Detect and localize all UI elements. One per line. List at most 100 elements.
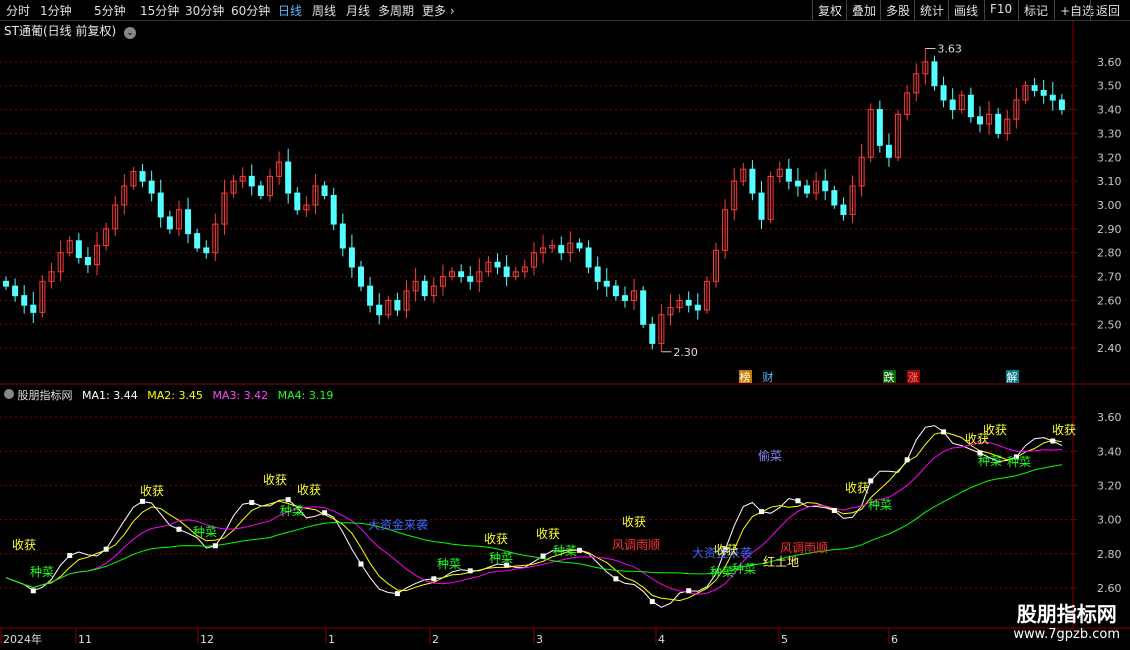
candle-body (749, 168, 756, 194)
event-marker: 跌 (884, 370, 895, 384)
signal-label: 种菜 (280, 504, 304, 518)
price-tick-label: 3.40 (1097, 104, 1122, 117)
candle-body (503, 266, 510, 278)
candle-body (558, 245, 565, 254)
candle-body (685, 299, 692, 306)
ma2-line (5, 431, 1062, 602)
ma1-point (613, 576, 619, 582)
price-tick-label: 2.90 (1097, 223, 1122, 236)
time-tick-label: 5 (781, 633, 788, 646)
candle-body (794, 180, 801, 187)
candle-body (1058, 99, 1065, 111)
time-tick-label: 2024年 (3, 632, 42, 646)
candle-body (185, 209, 192, 235)
ma1-point (212, 543, 218, 549)
signal-label: 风调雨顺 (612, 538, 660, 552)
ma1-point (431, 576, 437, 582)
candle-body (976, 116, 983, 125)
candle-body (585, 247, 592, 268)
candle-body (139, 171, 146, 182)
indicator-tick-label: 2.80 (1097, 548, 1122, 561)
signal-label: 偷菜 (758, 448, 782, 463)
candle-body (822, 180, 829, 192)
candle-body (458, 271, 465, 278)
ma1-point (649, 599, 655, 605)
candle-body (804, 185, 811, 194)
time-tick-label: 4 (658, 633, 665, 646)
time-tick-label: 2 (432, 633, 439, 646)
signal-label: 收获 (536, 527, 560, 541)
signal-label: 收获 (714, 543, 738, 557)
event-marker: 涨 (908, 371, 919, 384)
candle-body (940, 85, 947, 101)
ma1-point (795, 498, 801, 504)
watermark-name: 股朋指标网 (1016, 602, 1117, 626)
ma1-line (5, 425, 1063, 608)
ma1-point (467, 568, 473, 574)
signal-label: 收获 (983, 423, 1007, 437)
event-marker: 财 (763, 370, 774, 384)
signal-label: 种菜 (978, 454, 1002, 468)
candle-body (1040, 89, 1047, 96)
stock-chart[interactable]: 2.40 2.50 2.60 2.70 2.80 2.90 3.00 3.10 3.20 3.30… (0, 0, 1130, 650)
signal-label: 种菜 (30, 565, 54, 579)
candle-body (494, 261, 501, 268)
ma1-point (249, 500, 255, 505)
candle-body (348, 247, 355, 268)
candle-body (840, 204, 847, 216)
signal-label: 种菜 (489, 551, 513, 565)
watermark: 股朋指标网 www.7gpzb.com (1013, 598, 1120, 642)
indicator-tick-label: 3.40 (1097, 445, 1122, 458)
ma1-point (1050, 438, 1056, 444)
candle-body (339, 223, 346, 249)
indicator-tick-label: 3.00 (1097, 514, 1122, 527)
candle-body (367, 285, 374, 306)
ma1-point (67, 552, 73, 558)
signal-label: 红土地 (763, 554, 799, 569)
signal-label: 种菜 (868, 498, 892, 512)
price-tick-label: 2.60 (1097, 294, 1122, 307)
indicator-tick-label: 2.60 (1097, 582, 1122, 595)
signal-label: 收获 (140, 484, 164, 498)
ma1-point (759, 509, 765, 515)
signal-label: 风调雨顺 (780, 541, 828, 555)
candle-body (321, 185, 328, 196)
candle-body (467, 276, 474, 282)
candle-body (166, 216, 173, 230)
ma1-point (285, 497, 291, 503)
candle-body (12, 285, 19, 297)
signal-label: 收获 (12, 538, 36, 552)
ma1-point (576, 547, 582, 553)
candle-body (194, 233, 201, 249)
ma1-point (686, 588, 692, 594)
event-marker: 解 (1007, 370, 1018, 384)
signal-label: 收获 (845, 481, 869, 495)
candle-body (1049, 94, 1056, 101)
signal-label: 种菜 (437, 557, 461, 571)
candle-body (995, 113, 1002, 134)
candle-body (394, 299, 401, 311)
signal-label: 种菜 (710, 565, 734, 579)
price-tick-label: 3.00 (1097, 199, 1122, 212)
candle-body (421, 280, 428, 297)
candle-body (75, 240, 82, 258)
ma1-point (831, 507, 837, 513)
ma1-point (103, 546, 109, 552)
candle-body (376, 304, 383, 316)
candle-body (694, 304, 701, 311)
candle-body (294, 192, 301, 211)
candle-body (203, 247, 210, 254)
candle-body (831, 190, 838, 206)
time-tick-label: 6 (891, 633, 898, 646)
candle-body (330, 194, 337, 225)
indicator-tick-label: 3.60 (1097, 411, 1122, 424)
candle-body (148, 180, 155, 194)
ma1-point (358, 561, 364, 567)
price-tick-label: 3.50 (1097, 80, 1122, 93)
candle-body (21, 295, 28, 306)
candle-body (876, 109, 883, 146)
event-marker: 榜 (740, 370, 751, 384)
price-tick-label: 3.20 (1097, 151, 1122, 164)
indicator-tick-label: 3.20 (1097, 479, 1122, 492)
candle-body (157, 192, 164, 218)
